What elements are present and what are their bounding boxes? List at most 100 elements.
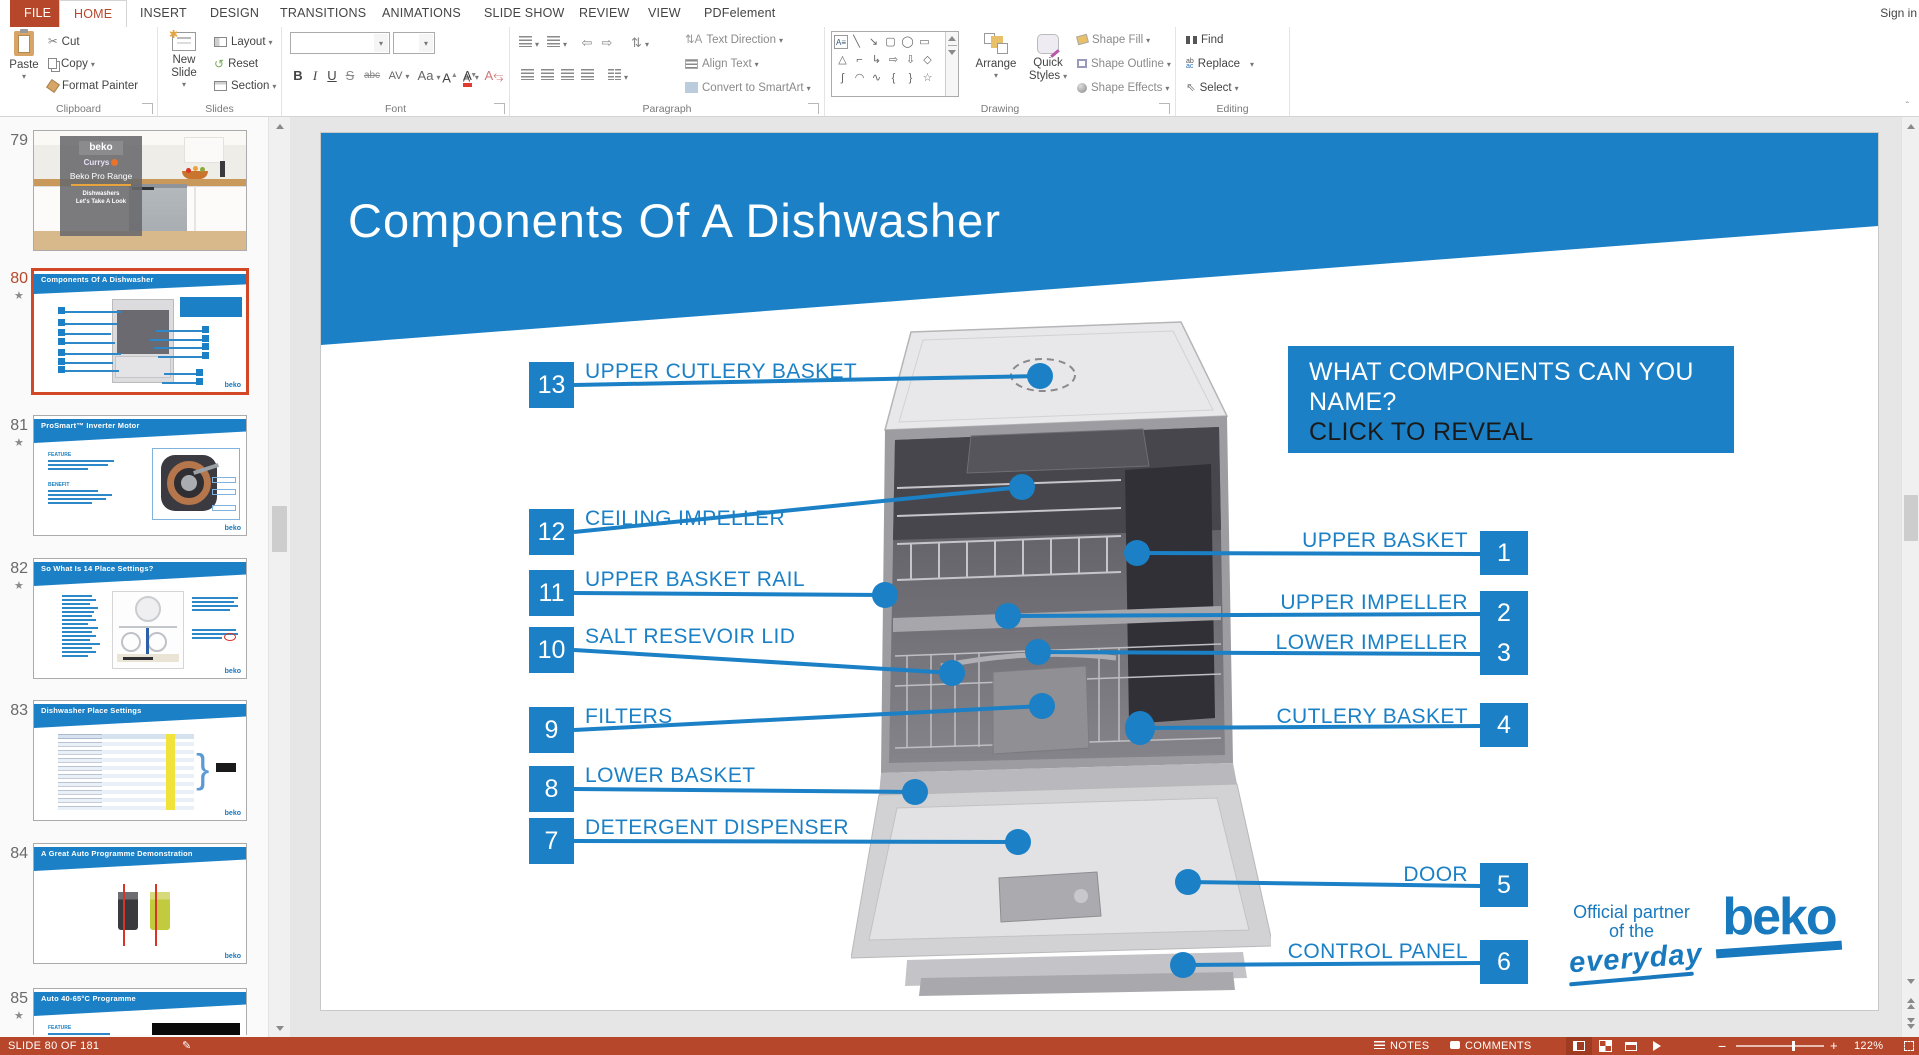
label-control-panel[interactable]: CONTROL PANEL <box>1288 940 1468 964</box>
justify-button[interactable] <box>578 65 596 87</box>
zoom-percentage[interactable]: 122% <box>1854 1037 1883 1055</box>
bold-button[interactable]: B <box>290 65 306 87</box>
spell-check-icon[interactable]: ✎ <box>182 1037 192 1055</box>
fit-to-window-button[interactable] <box>1896 1037 1919 1055</box>
numbox-2[interactable]: 2 <box>1480 591 1528 635</box>
label-detergent-dispenser[interactable]: DETERGENT DISPENSER <box>585 816 849 840</box>
align-text-button[interactable]: Align Text▾ <box>685 53 759 75</box>
label-ceiling-impeller[interactable]: CEILING IMPELLER <box>585 507 785 531</box>
italic-button[interactable]: I <box>308 65 322 87</box>
tab-review[interactable]: REVIEW <box>565 0 644 27</box>
section-button[interactable]: Section▾ <box>214 75 276 97</box>
tab-view[interactable]: VIEW <box>634 0 695 27</box>
zoom-slider[interactable] <box>1736 1045 1824 1047</box>
reveal-box[interactable]: WHAT COMPONENTS CAN YOU NAME? CLICK TO R… <box>1288 346 1734 453</box>
clear-formatting-button[interactable]: A⥃ <box>484 65 504 87</box>
normal-view-button[interactable] <box>1566 1037 1592 1055</box>
shape-scribble-icon[interactable]: ʃ <box>834 69 851 87</box>
font-dialog-launcher[interactable] <box>494 103 505 114</box>
scroll-down-icon[interactable] <box>1903 973 1918 989</box>
shape-down-arrow-icon[interactable]: ⇩ <box>902 51 919 69</box>
label-upper-impeller[interactable]: UPPER IMPELLER <box>1280 591 1468 615</box>
shape-elbow-arrow-icon[interactable]: ↳ <box>868 51 885 69</box>
tab-design[interactable]: DESIGN <box>196 0 273 27</box>
numbox-9[interactable]: 9 <box>529 707 574 753</box>
shape-effects-button[interactable]: Shape Effects▾ <box>1077 77 1169 99</box>
clipboard-dialog-launcher[interactable] <box>142 103 153 114</box>
shape-curve-icon[interactable]: ∿ <box>868 69 885 87</box>
slide-scrollbar[interactable] <box>1901 117 1919 1037</box>
shape-rectangle-icon[interactable]: ▢ <box>882 33 899 51</box>
align-center-button[interactable] <box>538 65 556 87</box>
drawing-dialog-launcher[interactable] <box>1159 103 1170 114</box>
font-name-combo[interactable]: ▾ <box>290 32 390 54</box>
thumb-scroll-down-icon[interactable] <box>272 1020 287 1036</box>
quick-styles-button[interactable]: QuickStyles▾ <box>1025 29 1071 99</box>
thumbnail-scrollbar[interactable] <box>268 117 290 1037</box>
slide-thumbnail-85[interactable]: Auto 40-65°C Programme FEATURE <box>33 988 247 1035</box>
find-button[interactable]: Find <box>1186 29 1223 51</box>
sign-in-link[interactable]: Sign in <box>1880 0 1917 27</box>
shape-arc-icon[interactable]: ◠ <box>851 69 868 87</box>
collapse-ribbon-icon[interactable]: ˆ <box>1906 101 1909 112</box>
slide-thumbnail-80[interactable]: Components Of A Dishwasher <box>31 268 249 395</box>
tab-pdfelement[interactable]: PDFelement <box>690 0 789 27</box>
shape-left-brace-icon[interactable]: { <box>885 69 902 87</box>
thumb-scroll-thumb[interactable] <box>272 506 287 552</box>
tab-slide-show[interactable]: SLIDE SHOW <box>470 0 579 27</box>
label-upper-basket-rail[interactable]: UPPER BASKET RAIL <box>585 568 805 592</box>
shape-star-icon[interactable]: ☆ <box>919 69 936 87</box>
columns-button[interactable]: ▾ <box>606 65 630 87</box>
character-spacing-button[interactable]: AV▾ <box>386 65 412 87</box>
slide-thumbnail-82[interactable]: So What Is 14 Place Settings? <box>33 558 247 679</box>
decrease-indent-button[interactable]: ⇦ <box>578 32 596 54</box>
label-filters[interactable]: FILTERS <box>585 705 673 729</box>
font-name-dropdown-icon[interactable]: ▾ <box>374 34 388 52</box>
numbox-8[interactable]: 8 <box>529 766 574 812</box>
tab-transitions[interactable]: TRANSITIONS <box>266 0 380 27</box>
zoom-slider-thumb[interactable] <box>1792 1041 1795 1051</box>
slide-sorter-button[interactable] <box>1592 1037 1618 1055</box>
shapes-gallery[interactable]: A≡╲↘▢◯▭ △⌐↳⇨⇩◇ ʃ◠∿{}☆ <box>831 31 959 97</box>
notes-button[interactable]: NOTES <box>1374 1037 1429 1055</box>
numbox-13[interactable]: 13 <box>529 362 574 408</box>
text-direction-button[interactable]: ⇅AText Direction▾ <box>685 29 783 51</box>
numbox-3[interactable]: 3 <box>1480 631 1528 675</box>
tab-file[interactable]: FILE <box>10 0 65 27</box>
numbox-11[interactable]: 11 <box>529 570 574 616</box>
tab-animations[interactable]: ANIMATIONS <box>368 0 475 27</box>
arrange-button[interactable]: Arrange ▾ <box>971 29 1021 99</box>
slide-canvas[interactable]: Components Of A Dishwasher <box>321 133 1878 1010</box>
strikethrough-button[interactable]: abc <box>360 65 384 87</box>
slide-thumbnail-84[interactable]: A Great Auto Programme Demonstration bek… <box>33 843 247 964</box>
tab-insert[interactable]: INSERT <box>126 0 201 27</box>
numbox-1[interactable]: 1 <box>1480 531 1528 575</box>
line-spacing-button[interactable]: ⇅▾ <box>628 32 652 54</box>
thumb-scroll-up-icon[interactable] <box>272 118 287 134</box>
shape-oval-icon[interactable]: ◯ <box>899 33 916 51</box>
numbox-4[interactable]: 4 <box>1480 703 1528 747</box>
shape-rounded-rect-icon[interactable]: ▭ <box>916 33 933 51</box>
align-left-button[interactable] <box>518 65 536 87</box>
increase-indent-button[interactable]: ⇨ <box>598 32 616 54</box>
slide-thumbnail-83[interactable]: Dishwasher Place Settings } beko <box>33 700 247 821</box>
numbox-12[interactable]: 12 <box>529 509 574 555</box>
bullets-button[interactable]: ▾ <box>518 32 540 54</box>
shape-right-brace-icon[interactable]: } <box>902 69 919 87</box>
shape-elbow-icon[interactable]: ⌐ <box>851 51 868 69</box>
slide-counter[interactable]: SLIDE 80 OF 181 <box>8 1037 99 1055</box>
label-door[interactable]: DOOR <box>1403 863 1468 887</box>
convert-smartart-button[interactable]: Convert to SmartArt▾ <box>685 77 811 99</box>
reading-view-button[interactable] <box>1618 1037 1644 1055</box>
shape-arrow-icon[interactable]: ↘ <box>865 33 882 51</box>
shape-triangle-icon[interactable]: △ <box>834 51 851 69</box>
copy-button[interactable]: Copy▾ <box>48 53 95 75</box>
scroll-thumb[interactable] <box>1904 495 1918 541</box>
shape-fill-button[interactable]: Shape Fill▾ <box>1077 29 1150 51</box>
tab-home[interactable]: HOME <box>59 0 127 27</box>
new-slide-button[interactable]: ✱ New Slide ▾ <box>162 29 206 99</box>
label-cutlery-basket[interactable]: CUTLERY BASKET <box>1276 705 1468 729</box>
paragraph-dialog-launcher[interactable] <box>808 103 819 114</box>
label-salt-resevoir-lid[interactable]: SALT RESEVOIR LID <box>585 625 795 649</box>
label-lower-impeller[interactable]: LOWER IMPELLER <box>1276 631 1468 655</box>
